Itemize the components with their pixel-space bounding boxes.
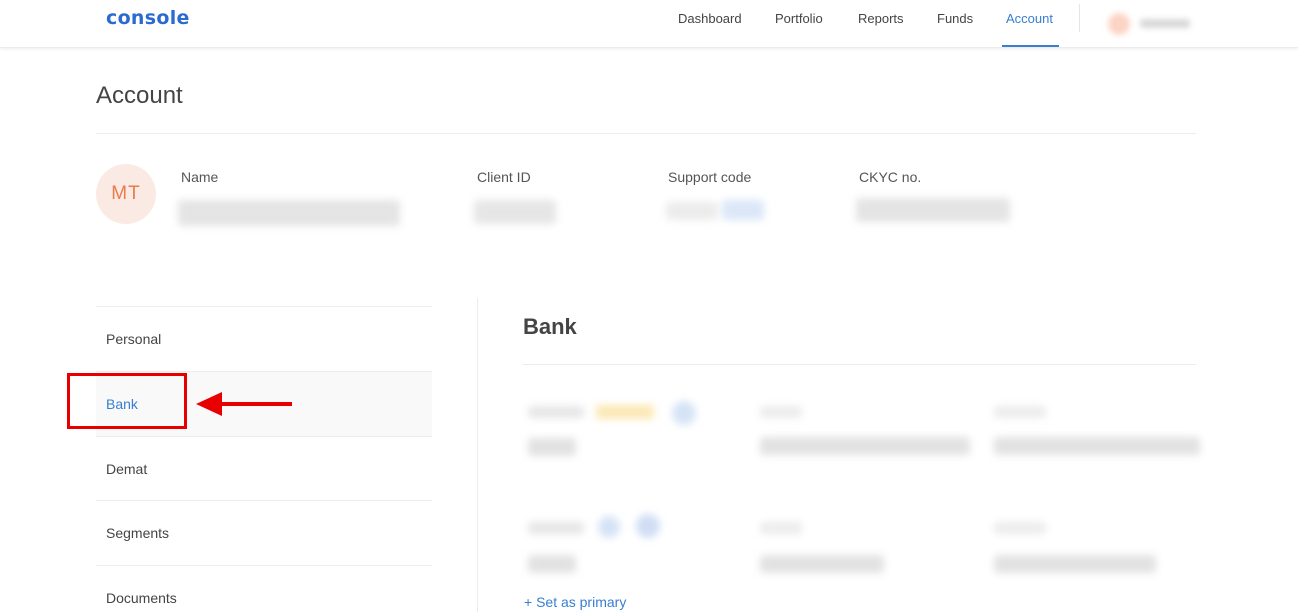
profile-avatar: MT bbox=[96, 164, 156, 224]
user-menu-redacted[interactable] bbox=[1104, 9, 1196, 37]
top-navbar: console Dashboard Portfolio Reports Fund… bbox=[0, 0, 1298, 48]
nav-reports[interactable]: Reports bbox=[858, 11, 904, 26]
name-value-redacted bbox=[178, 200, 400, 226]
menu-item-personal[interactable]: Personal bbox=[96, 306, 432, 371]
client-id-label: Client ID bbox=[477, 169, 531, 185]
support-code-value-redacted bbox=[666, 202, 718, 220]
nav-dashboard[interactable]: Dashboard bbox=[678, 11, 742, 26]
title-divider bbox=[96, 133, 1196, 134]
menu-item-documents[interactable]: Documents bbox=[96, 565, 432, 612]
user-avatar-icon bbox=[1108, 13, 1130, 35]
support-code-view-redacted[interactable] bbox=[722, 200, 764, 220]
client-id-value-redacted bbox=[474, 200, 556, 224]
nav-divider bbox=[1079, 4, 1080, 32]
menu-item-label: Personal bbox=[106, 331, 162, 347]
nav-portfolio[interactable]: Portfolio bbox=[775, 11, 823, 26]
active-nav-indicator bbox=[1002, 45, 1059, 47]
menu-item-label: Segments bbox=[106, 525, 170, 541]
nav-funds[interactable]: Funds bbox=[937, 11, 973, 26]
menu-item-segments[interactable]: Segments bbox=[96, 500, 432, 565]
primary-badge-redacted bbox=[596, 405, 654, 419]
console-logo[interactable]: console bbox=[106, 7, 190, 29]
panel-divider bbox=[477, 298, 478, 612]
edit-icon[interactable] bbox=[598, 516, 620, 538]
support-code-label: Support code bbox=[668, 169, 752, 185]
ckyc-label: CKYC no. bbox=[859, 169, 922, 185]
menu-item-demat[interactable]: Demat bbox=[96, 436, 432, 501]
annotation-arrow-icon bbox=[196, 392, 292, 416]
name-label: Name bbox=[181, 169, 219, 185]
menu-item-label: Documents bbox=[106, 590, 177, 606]
section-title: Bank bbox=[523, 314, 577, 339]
menu-item-label: Demat bbox=[106, 461, 148, 477]
page-title: Account bbox=[96, 82, 183, 109]
ckyc-value-redacted bbox=[856, 198, 1010, 222]
set-as-primary-link[interactable]: + Set as primary bbox=[524, 594, 626, 610]
section-divider bbox=[523, 364, 1196, 365]
delete-icon[interactable] bbox=[636, 514, 660, 538]
info-icon[interactable] bbox=[672, 401, 696, 425]
nav-account[interactable]: Account bbox=[1006, 11, 1053, 26]
annotation-highlight-box bbox=[67, 373, 187, 429]
